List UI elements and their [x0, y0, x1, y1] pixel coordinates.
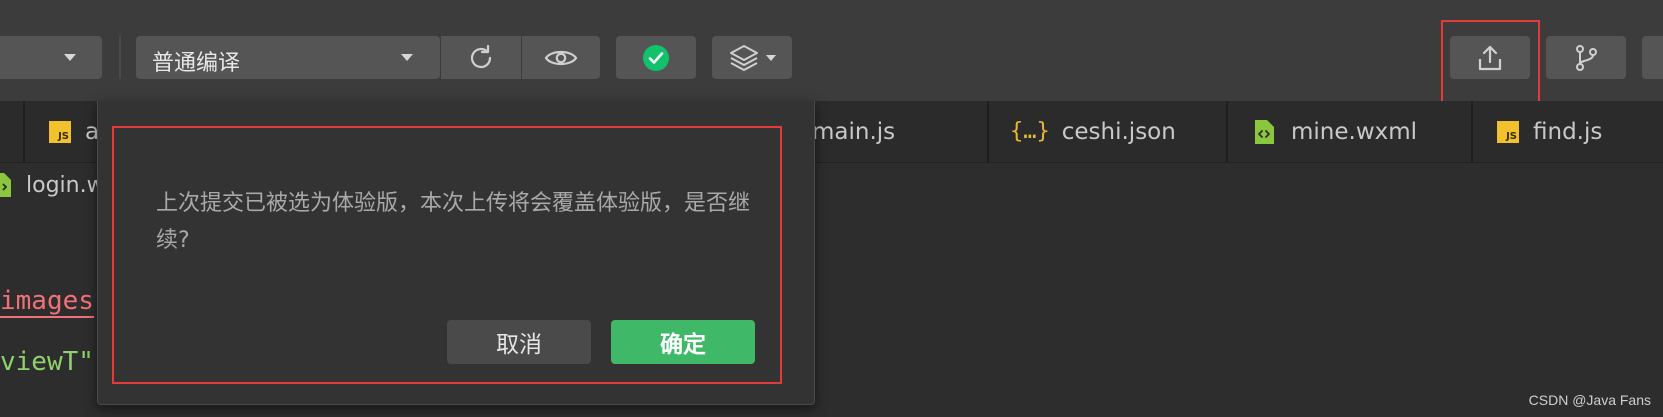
preview-button[interactable]: [522, 36, 600, 79]
refresh-button[interactable]: [441, 36, 521, 79]
js-file-icon: JS: [1497, 120, 1519, 143]
tab-a-js[interactable]: JS a: [49, 101, 99, 162]
tab-divider: [23, 101, 25, 162]
watermark: CSDN @Java Fans: [1528, 392, 1651, 408]
simulator-select[interactable]: [0, 36, 102, 79]
tab-label: main.js: [812, 118, 896, 145]
code-line-images: images: [0, 286, 94, 318]
js-file-icon: JS: [49, 120, 71, 143]
tab-ceshi-json[interactable]: {…} ceshi.json: [1010, 101, 1176, 162]
dialog-highlight-box: [112, 126, 782, 384]
tab-find-js[interactable]: JS find.js: [1497, 101, 1602, 162]
layers-button[interactable]: [712, 36, 792, 79]
tab-label: mine.wxml: [1291, 118, 1418, 145]
version-management-button[interactable]: [1546, 36, 1626, 79]
eye-icon: [544, 50, 578, 65]
tab-main-js[interactable]: main.js: [812, 101, 895, 162]
toolbar-divider: [119, 36, 121, 79]
details-button[interactable]: [1642, 36, 1663, 79]
refresh-icon: [470, 44, 492, 68]
wxml-file-icon: [0, 173, 11, 197]
breadcrumb[interactable]: login.w: [0, 168, 105, 202]
tab-divider: [1226, 101, 1228, 162]
tab-label: ceshi.json: [1061, 118, 1176, 145]
real-device-debug-button[interactable]: [616, 36, 696, 79]
layers-icon: [730, 44, 758, 71]
compile-mode-select[interactable]: 普通编译: [136, 36, 440, 79]
upload-highlight-box: [1441, 20, 1540, 114]
breadcrumb-file: login.w: [26, 172, 105, 198]
wxml-file-icon: [1255, 119, 1274, 144]
tab-divider: [1471, 101, 1473, 162]
chevron-down-icon: [766, 54, 776, 61]
tab-mine-wxml[interactable]: mine.wxml: [1253, 101, 1417, 162]
branch-icon: [1576, 44, 1597, 71]
json-file-icon: {…}: [1010, 119, 1050, 144]
chevron-down-icon: [401, 54, 413, 61]
tab-label: find.js: [1533, 118, 1603, 145]
tab-divider: [987, 101, 989, 162]
check-circle-icon: [643, 44, 669, 71]
compile-mode-label: 普通编译: [152, 51, 241, 76]
code-line-viewt: viewT": [0, 347, 94, 377]
chevron-down-icon: [64, 54, 76, 61]
